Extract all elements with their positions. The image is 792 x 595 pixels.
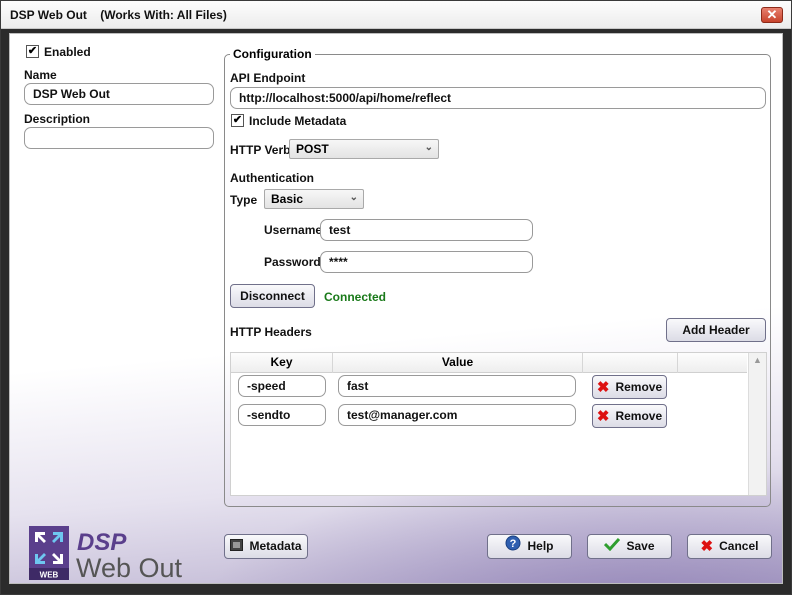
help-button[interactable]: ? Help xyxy=(487,534,572,559)
chevron-down-icon: ⌄ xyxy=(349,192,358,203)
authentication-label: Authentication xyxy=(230,171,314,185)
remove-header-button[interactable]: ✖ Remove xyxy=(592,375,667,399)
help-label: Help xyxy=(527,539,554,553)
window-title: DSP Web Out (Works With: All Files) xyxy=(10,8,227,22)
password-label: Password xyxy=(264,255,321,269)
metadata-label: Metadata xyxy=(249,539,302,553)
api-endpoint-label: API Endpoint xyxy=(230,71,306,85)
headers-grid: Key Value -speed fast ✖ Remove -sendto te… xyxy=(230,352,767,496)
chevron-down-icon: ⌄ xyxy=(424,142,433,153)
metadata-button[interactable]: Metadata xyxy=(224,534,308,559)
header-value-input[interactable]: test@manager.com xyxy=(338,404,576,426)
header-key-input[interactable]: -sendto xyxy=(238,404,326,426)
header-value-input[interactable]: fast xyxy=(338,375,576,397)
connection-status: Connected xyxy=(324,290,387,304)
enabled-label: Enabled xyxy=(44,45,91,59)
http-verb-value: POST xyxy=(296,142,329,156)
column-header-key[interactable]: Key xyxy=(231,353,333,373)
svg-text:?: ? xyxy=(510,538,517,550)
help-icon: ? xyxy=(505,535,521,558)
http-headers-label: HTTP Headers xyxy=(230,325,312,339)
http-verb-select[interactable]: POST ⌄ xyxy=(289,139,439,159)
save-button[interactable]: Save xyxy=(587,534,672,559)
grid-scrollbar[interactable]: ▲ xyxy=(748,353,766,495)
disconnect-button[interactable]: Disconnect xyxy=(230,284,315,308)
grid-header-row: Key Value xyxy=(231,353,747,373)
enabled-checkbox[interactable]: ✔ xyxy=(26,45,39,58)
logo-badge: WEB xyxy=(40,571,59,580)
logo-line1: DSP xyxy=(77,529,127,556)
include-metadata-label: Include Metadata xyxy=(249,114,347,128)
username-input[interactable]: test xyxy=(320,219,533,241)
auth-type-value: Basic xyxy=(271,192,304,206)
metadata-icon xyxy=(230,536,244,558)
add-header-button[interactable]: Add Header xyxy=(666,318,766,342)
dsp-web-out-logo: WEB DSP Web Out xyxy=(29,526,199,583)
type-label: Type xyxy=(230,193,258,207)
description-label: Description xyxy=(24,112,91,126)
column-header-actions xyxy=(583,353,678,373)
header-key-input[interactable]: -speed xyxy=(238,375,326,397)
dialog-window: DSP Web Out (Works With: All Files) ✕ ✔ … xyxy=(0,0,792,595)
configuration-title: Configuration xyxy=(230,47,315,61)
remove-label: Remove xyxy=(615,380,663,394)
checkmark-icon xyxy=(604,536,621,558)
cancel-label: Cancel xyxy=(719,539,759,553)
scroll-up-icon[interactable]: ▲ xyxy=(753,355,762,365)
auth-type-select[interactable]: Basic ⌄ xyxy=(264,189,364,209)
name-input[interactable]: DSP Web Out xyxy=(24,83,214,105)
remove-icon: ✖ xyxy=(596,378,610,396)
remove-label: Remove xyxy=(615,409,663,423)
api-endpoint-input[interactable]: http://localhost:5000/api/home/reflect xyxy=(230,87,766,109)
logo-line2: Web Out xyxy=(76,553,183,580)
remove-header-button[interactable]: ✖ Remove xyxy=(592,404,667,428)
save-label: Save xyxy=(626,539,655,553)
password-input[interactable]: **** xyxy=(320,251,533,273)
logo-icon: WEB DSP Web Out xyxy=(29,526,183,583)
cancel-button[interactable]: ✖ Cancel xyxy=(687,534,772,559)
include-metadata-checkbox[interactable]: ✔ xyxy=(231,114,244,127)
remove-icon: ✖ xyxy=(596,407,610,425)
name-label: Name xyxy=(24,68,57,82)
close-button[interactable]: ✕ xyxy=(761,7,783,23)
description-input[interactable] xyxy=(24,127,214,149)
username-label: Username xyxy=(264,223,323,237)
column-header-value[interactable]: Value xyxy=(333,353,583,373)
http-verb-label: HTTP Verb xyxy=(230,143,291,157)
dialog-body: ✔ Enabled Name DSP Web Out Description C… xyxy=(9,33,783,584)
title-bar[interactable]: DSP Web Out (Works With: All Files) ✕ xyxy=(1,1,791,29)
close-icon: ✖ xyxy=(700,537,714,555)
